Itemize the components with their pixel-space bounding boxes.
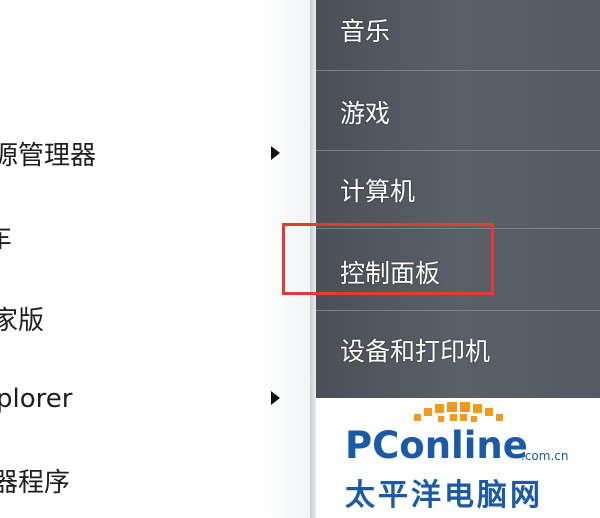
logo-chinese-name: 太平洋电脑网 — [345, 478, 543, 513]
start-menu-left-pane: 源管理器 车 家版 plorer 器程序 — [0, 0, 310, 518]
logo-domain: .com.cn — [521, 449, 569, 463]
menu-item-edition[interactable]: 家版 — [0, 300, 44, 337]
menu-divider — [316, 150, 600, 151]
submenu-arrow-icon[interactable] — [271, 391, 280, 405]
menu-item-explorer[interactable]: plorer — [0, 384, 72, 414]
menu-divider — [316, 70, 600, 71]
menu-item-devices-printers[interactable]: 设备和打印机 — [340, 332, 490, 368]
logo-brand: PConline — [345, 424, 528, 467]
menu-item-resource-manager[interactable]: 源管理器 — [0, 135, 96, 172]
start-menu-right-pane: 音乐 游戏 计算机 控制面板 设备和打印机 — [316, 0, 600, 398]
menu-divider — [316, 310, 600, 311]
pconline-watermark: PConline .com.cn 太平洋电脑网 — [316, 398, 600, 518]
control-panel-highlight-box — [282, 223, 494, 295]
menu-item-program[interactable]: 器程序 — [0, 462, 70, 499]
submenu-arrow-icon[interactable] — [271, 146, 280, 160]
menu-item-music[interactable]: 音乐 — [340, 12, 390, 48]
menu-item-games[interactable]: 游戏 — [340, 94, 390, 130]
menu-item-computer[interactable]: 计算机 — [340, 172, 415, 208]
menu-item-partial-1[interactable]: 车 — [0, 218, 12, 255]
